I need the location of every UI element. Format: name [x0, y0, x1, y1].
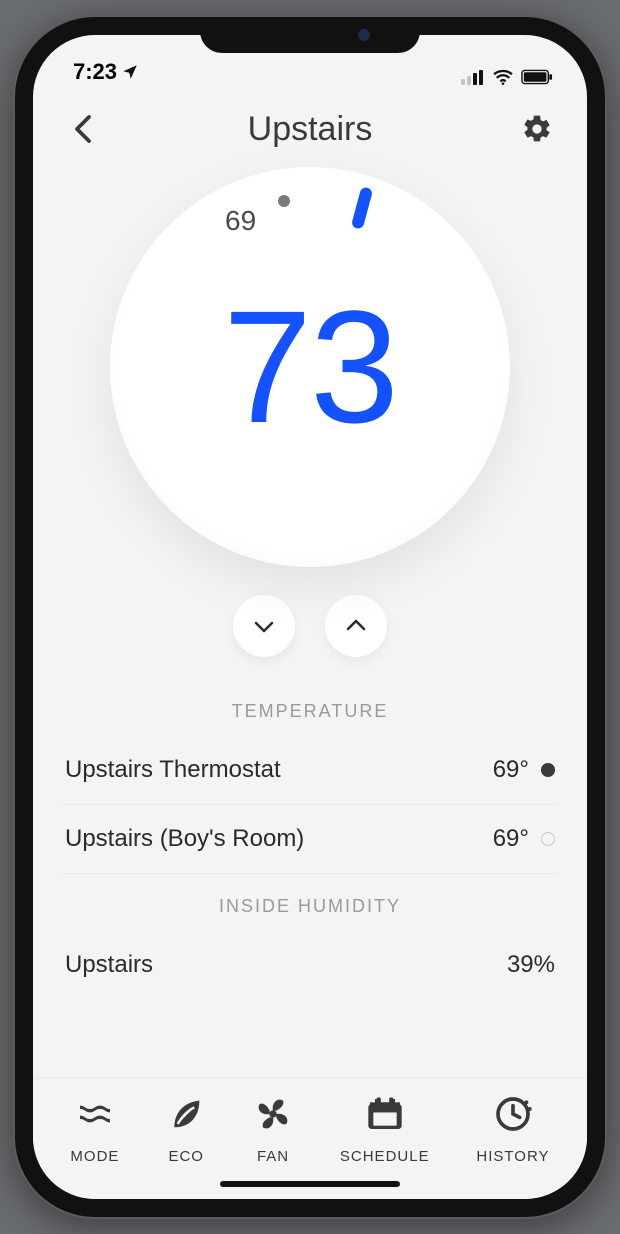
setpoint-temperature: 73	[223, 287, 397, 447]
calendar-icon	[365, 1094, 405, 1138]
sensor-sections: TEMPERATURE Upstairs Thermostat 69° Upst…	[33, 657, 587, 1077]
status-time: 7:23	[73, 59, 117, 85]
humidity-row[interactable]: Upstairs 39%	[63, 931, 557, 999]
tab-history[interactable]: HISTORY	[476, 1094, 549, 1165]
tab-label: HISTORY	[476, 1148, 549, 1165]
screen: 7:23	[33, 35, 587, 1199]
temperature-section-title: TEMPERATURE	[63, 701, 557, 722]
sensor-row[interactable]: Upstairs Thermostat 69°	[63, 736, 557, 805]
sensor-name: Upstairs Thermostat	[65, 756, 281, 784]
fan-icon	[253, 1094, 293, 1138]
location-icon	[121, 63, 139, 81]
tab-mode[interactable]: MODE	[70, 1094, 119, 1165]
device-notch	[200, 17, 420, 53]
battery-icon	[521, 69, 553, 85]
home-indicator[interactable]	[220, 1181, 400, 1187]
ambient-temp-marker-icon	[278, 195, 290, 207]
sensor-value: 69°	[493, 756, 529, 784]
setpoint-marker-icon	[342, 181, 382, 241]
thermostat-dial[interactable]: 69 73	[110, 167, 510, 567]
humidity-name: Upstairs	[65, 951, 153, 979]
cell-signal-icon	[461, 69, 485, 85]
nav-header: Upstairs	[33, 87, 587, 159]
sensor-value: 69°	[493, 825, 529, 853]
thermostat-dial-area: 69 73	[33, 159, 587, 657]
ambient-temp-label: 69	[225, 205, 256, 237]
settings-button[interactable]	[517, 109, 557, 149]
inactive-sensor-dot-icon	[541, 832, 555, 846]
humidity-section-title: INSIDE HUMIDITY	[63, 896, 557, 917]
tab-label: FAN	[257, 1148, 289, 1165]
tab-schedule[interactable]: SCHEDULE	[340, 1094, 430, 1165]
sensor-name: Upstairs (Boy's Room)	[65, 825, 304, 853]
tab-label: ECO	[168, 1148, 204, 1165]
tab-label: MODE	[70, 1148, 119, 1165]
leaf-icon	[166, 1094, 206, 1138]
wifi-icon	[492, 69, 514, 85]
back-button[interactable]	[63, 109, 103, 149]
humidity-value: 39%	[507, 951, 555, 979]
page-title: Upstairs	[248, 110, 373, 149]
temperature-controls	[233, 595, 387, 657]
active-sensor-dot-icon	[541, 763, 555, 777]
tab-label: SCHEDULE	[340, 1148, 430, 1165]
phone-frame: 7:23	[15, 17, 605, 1217]
sensor-row[interactable]: Upstairs (Boy's Room) 69°	[63, 805, 557, 874]
temp-down-button[interactable]	[233, 595, 295, 657]
history-icon	[493, 1094, 533, 1138]
tab-fan[interactable]: FAN	[253, 1094, 293, 1165]
tab-eco[interactable]: ECO	[166, 1094, 206, 1165]
temp-up-button[interactable]	[325, 595, 387, 657]
mode-icon	[75, 1094, 115, 1138]
